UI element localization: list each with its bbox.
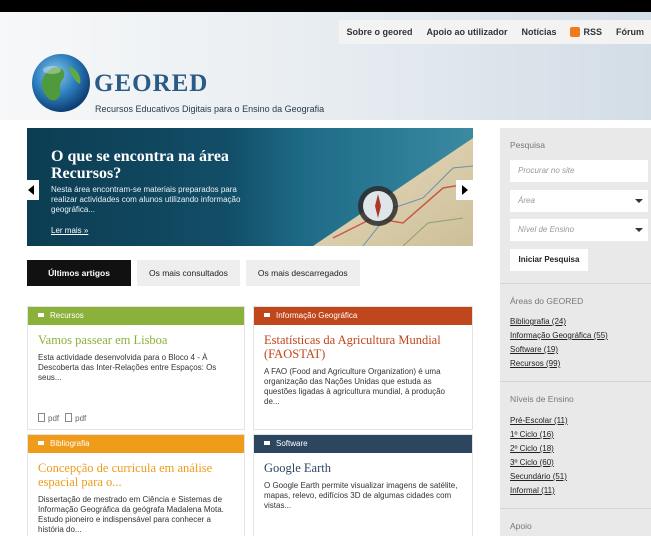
area-link-recursos[interactable]: Recursos (99): [510, 359, 560, 368]
card-title[interactable]: Vamos passear em Lisboa: [28, 325, 244, 347]
area-link-informacao[interactable]: Informação Geográfica (55): [510, 331, 608, 340]
nav-apoio[interactable]: Apoio ao utilizador: [419, 20, 514, 44]
level-link-secundario[interactable]: Secundário (51): [510, 472, 567, 481]
nav-rss[interactable]: RSS: [563, 20, 609, 44]
sidebar-divider: [500, 381, 651, 382]
card-text: A FAO (Food and Agriculture Organization…: [264, 367, 446, 406]
pdf-label: pdf: [48, 414, 60, 423]
pdf-icon: [65, 413, 73, 423]
card-category-bar: Recursos: [28, 307, 244, 325]
pdf-file-link[interactable]: pdf: [38, 413, 60, 423]
area-link-bibliografia[interactable]: Bibliografia (24): [510, 317, 566, 326]
article-card[interactable]: Software Google Earth O Google Earth per…: [253, 434, 473, 536]
card-title[interactable]: Google Earth: [254, 453, 472, 475]
chevron-down-icon: [635, 199, 643, 203]
area-link-software[interactable]: Software (19): [510, 345, 558, 354]
card-title[interactable]: Estatísticas da Agricultura Mundial (FAO…: [254, 325, 472, 361]
card-category-bar: Informação Geográfica: [254, 307, 472, 325]
arrow-left-icon: [27, 185, 34, 195]
level-link-1-ciclo[interactable]: 1º Ciclo (16): [510, 430, 554, 439]
pdf-icon: [38, 413, 45, 423]
rss-icon: [570, 26, 581, 37]
card-category-bar: Bibliografia: [28, 435, 244, 453]
folder-icon: [38, 440, 44, 445]
sidebar-divider: [500, 508, 651, 509]
level-link-3-ciclo[interactable]: 3º Ciclo (60): [510, 458, 554, 467]
level-select-value: Nível de Ensino: [518, 225, 575, 234]
top-nav: Sobre o geored Apoio ao utilizador Notíc…: [339, 20, 651, 44]
card-category: Software: [276, 439, 308, 448]
level-select[interactable]: Nível de Ensino: [510, 219, 648, 241]
search-input[interactable]: Procurar no site: [510, 160, 648, 182]
nav-noticias[interactable]: Notícias: [514, 20, 563, 44]
areas-heading: Áreas do GEORED: [510, 296, 584, 306]
globe-logo-icon[interactable]: [30, 52, 92, 114]
map-compass-photo: [313, 138, 473, 246]
brand-tagline: Recursos Educativos Digitais para o Ensi…: [95, 104, 325, 114]
article-card[interactable]: Informação Geográfica Estatísticas da Ag…: [253, 306, 473, 430]
levels-heading: Níveis de Ensino: [510, 394, 574, 404]
brand-name[interactable]: GEORED: [94, 70, 208, 98]
banner-prev-button[interactable]: [22, 180, 39, 200]
article-tabs: Últimos artigos Os mais consultados Os m…: [27, 260, 366, 286]
level-link-2-ciclo[interactable]: 2º Ciclo (18): [510, 444, 554, 453]
top-strip: [0, 0, 651, 12]
folder-icon: [38, 312, 44, 317]
nav-rss-label: RSS: [583, 27, 602, 37]
banner-title: O que se encontra na área Recursos?: [51, 148, 229, 182]
search-heading: Pesquisa: [510, 140, 545, 150]
card-title[interactable]: Concepção de curricula em análise espaci…: [28, 453, 244, 489]
folder-icon: [264, 440, 270, 445]
card-category: Bibliografia: [50, 439, 90, 448]
tab-mais-descarregados[interactable]: Os mais descarregados: [245, 260, 360, 286]
search-button[interactable]: Iniciar Pesquisa: [510, 249, 588, 271]
sidebar: Pesquisa Procurar no site Área Nível de …: [500, 128, 651, 536]
nav-sobre[interactable]: Sobre o geored: [339, 20, 419, 44]
folder-icon: [264, 312, 270, 317]
card-category: Recursos: [50, 311, 84, 320]
area-select-value: Área: [518, 196, 535, 205]
card-text: Esta actividade desenvolvida para o Bloc…: [38, 353, 217, 382]
pdf-label: pdf: [75, 414, 87, 423]
sidebar-divider: [500, 283, 651, 284]
article-card[interactable]: Bibliografia Concepção de curricula em a…: [27, 434, 245, 536]
tab-mais-consultados[interactable]: Os mais consultados: [137, 260, 240, 286]
article-card[interactable]: Recursos Vamos passear em Lisboa Esta ac…: [27, 306, 245, 430]
tab-ultimos-artigos[interactable]: Últimos artigos: [27, 260, 131, 286]
level-link-informal[interactable]: Informal (11): [510, 486, 555, 495]
featured-banner: O que se encontra na área Recursos? Nest…: [27, 128, 473, 246]
banner-text: Nesta área encontram-se materiais prepar…: [51, 185, 241, 214]
site-header: Sobre o geored Apoio ao utilizador Notíc…: [0, 12, 651, 120]
level-link-pre-escolar[interactable]: Pré-Escolar (11): [510, 416, 568, 425]
banner-next-button[interactable]: [456, 180, 473, 200]
pdf-file-link[interactable]: pdf: [65, 413, 87, 423]
card-text: Dissertação de mestrado em Ciência e Sis…: [38, 495, 224, 534]
read-more-link[interactable]: Ler mais »: [51, 226, 88, 235]
nav-forum[interactable]: Fórum: [609, 20, 651, 44]
card-category-bar: Software: [254, 435, 472, 453]
arrow-right-icon: [461, 185, 468, 195]
card-category: Informação Geográfica: [276, 311, 358, 320]
support-heading: Apoio: [510, 521, 532, 531]
card-files: pdf pdf: [38, 413, 87, 423]
card-text: O Google Earth permite visualizar imagen…: [264, 481, 458, 510]
area-select[interactable]: Área: [510, 190, 648, 212]
chevron-down-icon: [635, 228, 643, 232]
